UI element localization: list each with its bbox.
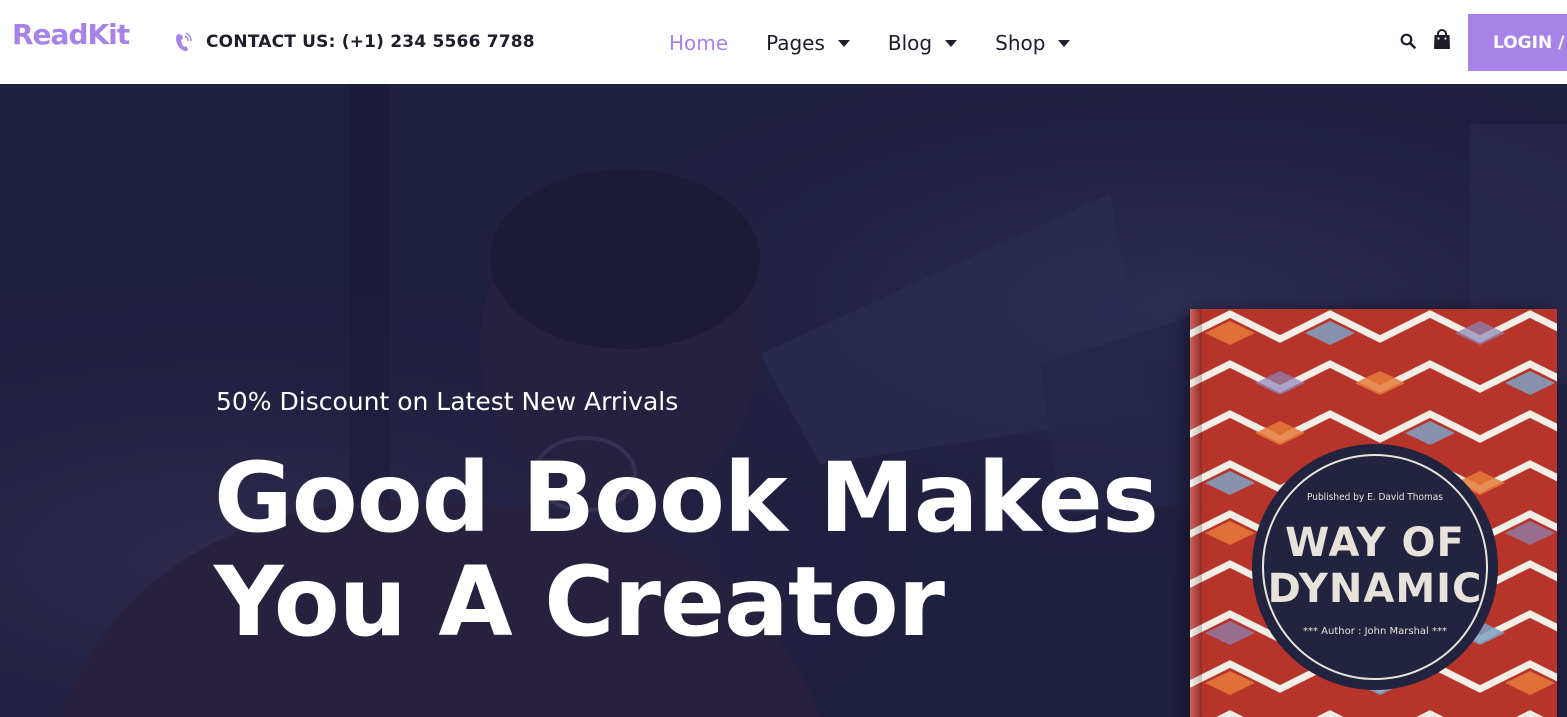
- contact-info: CONTACT US: (+1) 234 5566 7788: [174, 30, 535, 54]
- phone-icon: [174, 31, 192, 53]
- nav-item-shop[interactable]: Shop: [995, 31, 1071, 55]
- book-author: *** Author : John Marshal ***: [1303, 626, 1447, 637]
- nav-item-label: Blog: [887, 31, 933, 55]
- hero-headline: Good Book Makes You A Creator: [214, 446, 1174, 654]
- site-header: ReadKit CONTACT US: (+1) 234 5566 7788 H…: [0, 0, 1567, 84]
- hero-subtitle: 50% Discount on Latest New Arrivals: [216, 387, 679, 416]
- login-button[interactable]: LOGIN /: [1468, 14, 1567, 71]
- book-title-badge: Published by E. David Thomas WAY OF DYNA…: [1252, 444, 1498, 690]
- contact-phone-text[interactable]: CONTACT US: (+1) 234 5566 7788: [206, 32, 535, 52]
- nav-item-label: Pages: [766, 31, 825, 55]
- nav-item-home[interactable]: Home: [669, 31, 728, 55]
- hero-headline-line2: You A Creator: [214, 546, 945, 658]
- shopping-bag-icon[interactable]: [1433, 29, 1451, 50]
- book-spine: [1190, 309, 1202, 717]
- featured-book-cover[interactable]: Published by E. David Thomas WAY OF DYNA…: [1190, 309, 1557, 717]
- main-nav: Home Pages Blog Shop: [669, 28, 1108, 58]
- nav-item-label: Home: [669, 31, 729, 55]
- hero-banner: 50% Discount on Latest New Arrivals Good…: [0, 84, 1567, 717]
- search-icon[interactable]: [1400, 33, 1416, 49]
- book-title-line1: WAY OF: [1285, 520, 1465, 566]
- nav-item-label: Shop: [995, 31, 1046, 55]
- caret-down-icon: [1058, 39, 1071, 47]
- nav-item-blog[interactable]: Blog: [887, 31, 958, 55]
- site-logo[interactable]: ReadKit: [12, 18, 130, 51]
- caret-down-icon: [945, 39, 958, 47]
- book-publisher: Published by E. David Thomas: [1307, 492, 1443, 503]
- book-title: WAY OF DYNAMIC: [1252, 520, 1498, 612]
- hero-headline-line1: Good Book Makes: [214, 442, 1159, 554]
- caret-down-icon: [837, 39, 850, 47]
- book-title-line2: DYNAMIC: [1267, 566, 1483, 612]
- nav-item-pages[interactable]: Pages: [766, 31, 850, 55]
